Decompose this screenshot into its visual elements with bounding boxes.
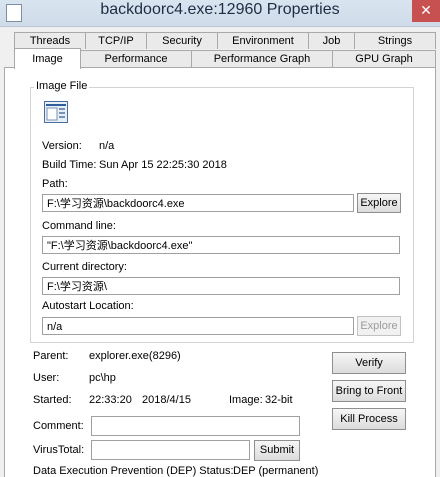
- virustotal-label: VirusTotal:: [33, 444, 85, 456]
- image-bitness-value: 32-bit: [265, 394, 293, 406]
- exe-file-icon: [44, 101, 68, 123]
- comment-input[interactable]: [91, 416, 300, 436]
- tab-performance[interactable]: Performance: [80, 50, 192, 67]
- autostart-location-label: Autostart Location:: [42, 300, 134, 312]
- tab-job[interactable]: Job: [308, 32, 355, 49]
- bring-to-front-button[interactable]: Bring to Front: [332, 380, 406, 402]
- tab-performance-graph[interactable]: Performance Graph: [191, 50, 333, 67]
- started-time: 22:33:20: [89, 394, 132, 406]
- image-file-group-label: Image File: [34, 80, 90, 92]
- comment-label: Comment:: [33, 420, 84, 432]
- tab-image[interactable]: Image: [14, 48, 81, 69]
- dep-status-value: DEP (permanent): [233, 465, 319, 477]
- tab-tcpip[interactable]: TCP/IP: [85, 32, 147, 49]
- user-label: User:: [33, 372, 60, 384]
- command-line-field[interactable]: "F:\学习资源\backdoorc4.exe": [42, 236, 400, 254]
- verify-button[interactable]: Verify: [332, 352, 406, 374]
- tab-strings[interactable]: Strings: [354, 32, 436, 49]
- build-time-value: Sun Apr 15 22:25:30 2018: [99, 159, 227, 171]
- window-title: backdoorc4.exe:12960 Properties: [100, 1, 340, 18]
- close-icon[interactable]: ✕: [412, 0, 440, 22]
- virustotal-submit-button[interactable]: Submit: [254, 440, 300, 461]
- current-directory-field[interactable]: F:\学习资源\: [42, 277, 400, 295]
- kill-process-button[interactable]: Kill Process: [332, 408, 406, 430]
- title-bar[interactable]: backdoorc4.exe:12960 Properties ✕: [0, 0, 440, 27]
- tab-threads[interactable]: Threads: [14, 32, 86, 49]
- parent-label: Parent:: [33, 350, 69, 362]
- tab-security[interactable]: Security: [146, 32, 218, 49]
- path-label: Path:: [42, 178, 68, 190]
- user-value: pc\hp: [89, 372, 116, 384]
- dep-status-label: Data Execution Prevention (DEP) Status:: [33, 465, 234, 477]
- version-value: n/a: [99, 140, 115, 152]
- started-label: Started:: [33, 394, 72, 406]
- image-bitness-label: Image:: [229, 394, 263, 406]
- started-date: 2018/4/15: [142, 394, 191, 406]
- virustotal-field: [91, 440, 250, 460]
- parent-value: explorer.exe(8296): [89, 350, 181, 362]
- tab-environment[interactable]: Environment: [217, 32, 309, 49]
- path-field[interactable]: F:\学习资源\backdoorc4.exe: [42, 194, 354, 212]
- autostart-location-field[interactable]: n/a: [42, 317, 354, 335]
- current-directory-label: Current directory:: [42, 261, 127, 273]
- path-explore-button[interactable]: Explore: [357, 193, 401, 213]
- version-label: Version:: [42, 140, 82, 152]
- build-time-label: Build Time:: [42, 159, 97, 171]
- autostart-explore-button[interactable]: Explore: [357, 316, 401, 336]
- tab-gpu-graph[interactable]: GPU Graph: [332, 50, 436, 67]
- command-line-label: Command line:: [42, 220, 116, 232]
